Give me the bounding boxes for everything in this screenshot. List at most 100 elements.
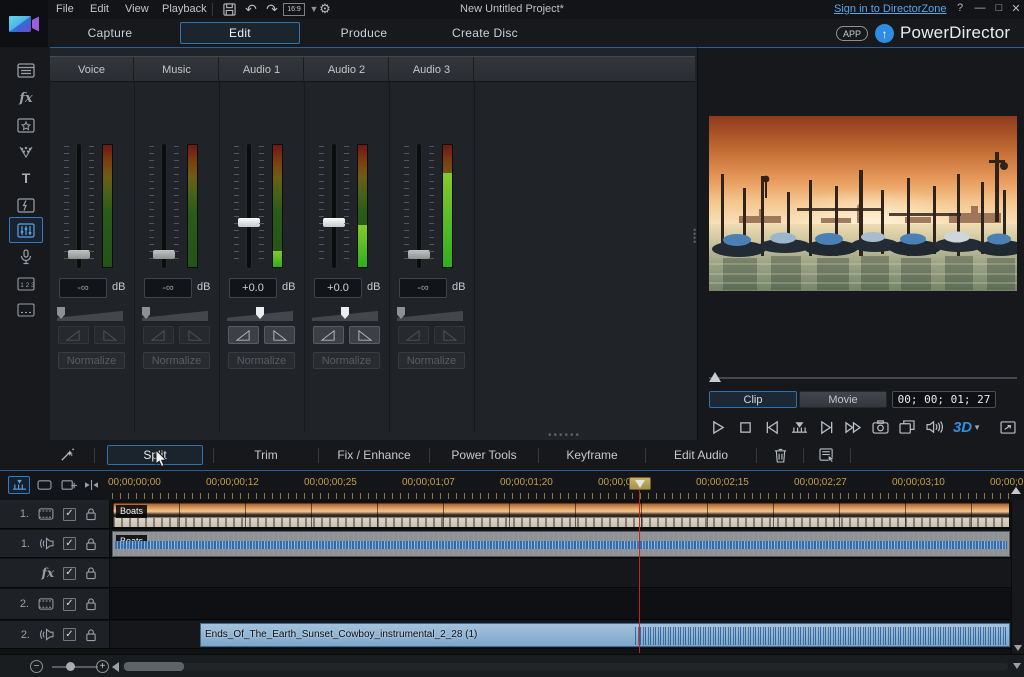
track-manager-button[interactable] [58,476,80,494]
audio-clip-boats[interactable]: Boats [112,531,1010,557]
track-enable-checkbox[interactable]: ✓ [63,508,76,521]
fix-enhance-button[interactable]: Fix / Enhance [319,445,429,465]
gain-slider[interactable] [142,308,208,321]
fade-out-button[interactable] [94,326,125,344]
timecode-display[interactable]: 00; 00; 01; 27 [892,391,996,408]
snap-to-clips-button[interactable] [80,476,102,494]
media-room-icon[interactable] [9,57,43,83]
volume-fader[interactable] [234,144,264,268]
upgrade-icon[interactable]: ↑ [875,24,894,43]
tab-movie[interactable]: Movie [799,391,887,408]
audio-mixing-room-icon[interactable] [9,217,43,243]
settings-gear-icon[interactable]: ⚙ [316,1,334,17]
scroll-down-icon[interactable] [1014,645,1022,651]
fade-in-button[interactable] [313,326,344,344]
undock-preview-button[interactable] [898,418,916,436]
db-value[interactable]: -∞ [144,278,192,298]
particle-room-icon[interactable] [9,139,43,165]
save-icon[interactable] [220,1,238,17]
transition-room-icon[interactable] [9,192,43,218]
fader-handle[interactable] [238,218,260,227]
fader-handle[interactable] [323,218,345,227]
gain-slider[interactable] [57,308,123,321]
resize-preview-button[interactable] [999,418,1017,436]
zoom-out-button[interactable]: − [30,660,43,673]
volume-fader[interactable] [404,144,434,268]
signin-directorzone-link[interactable]: Sign in to DirectorZone [834,3,947,15]
scroll-left-icon[interactable] [112,662,119,672]
video-clip-boats[interactable]: Boats [112,501,1010,528]
playhead-handle[interactable] [629,477,651,490]
timeline-ruler[interactable]: 00;00;00;00 00;00;00;12 00;00;00;25 00;0… [0,470,1024,500]
gain-slider[interactable] [312,308,378,321]
zoom-slider-handle[interactable] [66,662,75,671]
menu-edit[interactable]: Edit [84,2,115,16]
tab-capture[interactable]: Capture [62,22,158,44]
track-enable-checkbox[interactable]: ✓ [63,567,76,580]
menu-playback[interactable]: Playback [156,2,213,16]
go-to-marker-button[interactable] [790,418,808,436]
db-value[interactable]: -∞ [59,278,107,298]
fast-forward-button[interactable] [844,418,862,436]
subtitle-room-icon[interactable] [9,297,43,323]
horizontal-scrollbar-track[interactable] [122,663,1008,670]
scroll-up-icon[interactable] [1011,487,1021,494]
tab-clip[interactable]: Clip [709,391,797,408]
db-value[interactable]: +0.0 [229,278,277,298]
voiceover-room-icon[interactable] [9,244,43,270]
gain-slider[interactable] [397,308,463,321]
help-button[interactable]: ? [952,2,968,14]
fader-handle[interactable] [68,250,90,259]
seek-handle[interactable] [709,372,721,382]
redo-icon[interactable]: ↷ [263,1,281,17]
lock-icon[interactable] [85,566,97,580]
magic-wand-icon[interactable] [58,446,76,464]
undo-icon[interactable]: ↶ [242,1,260,17]
app-badge[interactable]: APP [836,26,868,41]
menu-file[interactable]: File [50,2,80,16]
zoom-slider-track[interactable] [52,666,98,668]
3d-mode-button[interactable]: 3D▼ [952,418,982,436]
panel-splitter-grip[interactable]: •••• [693,228,696,244]
menu-view[interactable]: View [119,2,155,16]
fade-in-button[interactable] [58,326,89,344]
lock-icon[interactable] [85,537,97,551]
tab-edit[interactable]: Edit [180,22,300,44]
volume-fader[interactable] [319,144,349,268]
storyboard-view-button[interactable] [33,476,55,494]
chapter-room-icon[interactable]: 1 2 3 [9,271,43,297]
db-value[interactable]: +0.0 [314,278,362,298]
volume-fader[interactable] [149,144,179,268]
fade-in-button[interactable] [143,326,174,344]
lock-icon[interactable] [85,597,97,611]
snapshot-button[interactable] [871,418,889,436]
previous-frame-button[interactable] [763,418,781,436]
track-enable-checkbox[interactable]: ✓ [63,537,76,550]
stop-button[interactable] [736,418,754,436]
vertical-scrollbar[interactable] [1011,500,1024,654]
zoom-in-button[interactable]: + [96,660,109,673]
normalize-button[interactable]: Normalize [313,352,380,369]
scroll-down-corner-icon[interactable] [1013,663,1021,669]
db-value[interactable]: -∞ [399,278,447,298]
play-button[interactable] [709,418,727,436]
fader-handle[interactable] [408,250,430,259]
fade-out-button[interactable] [264,326,295,344]
fade-out-button[interactable] [349,326,380,344]
fade-out-button[interactable] [434,326,465,344]
tab-create-disc[interactable]: Create Disc [430,22,540,44]
delete-trash-icon[interactable] [771,446,789,464]
preview-seek-bar[interactable] [709,372,1017,382]
fade-in-button[interactable] [398,326,429,344]
normalize-button[interactable]: Normalize [143,352,210,369]
music-clip[interactable]: Ends_Of_The_Earth_Sunset_Cowboy_instrume… [200,623,1010,647]
gain-slider[interactable] [227,308,293,321]
select-clips-icon[interactable] [818,446,836,464]
trim-button[interactable]: Trim [214,445,318,465]
aspect-ratio-selector[interactable]: 16:9 [283,3,305,16]
minimize-button[interactable]: — [972,2,988,14]
fade-in-button[interactable] [228,326,259,344]
track-enable-checkbox[interactable]: ✓ [63,598,76,611]
timeline-view-button[interactable] [8,476,30,494]
next-frame-button[interactable] [817,418,835,436]
